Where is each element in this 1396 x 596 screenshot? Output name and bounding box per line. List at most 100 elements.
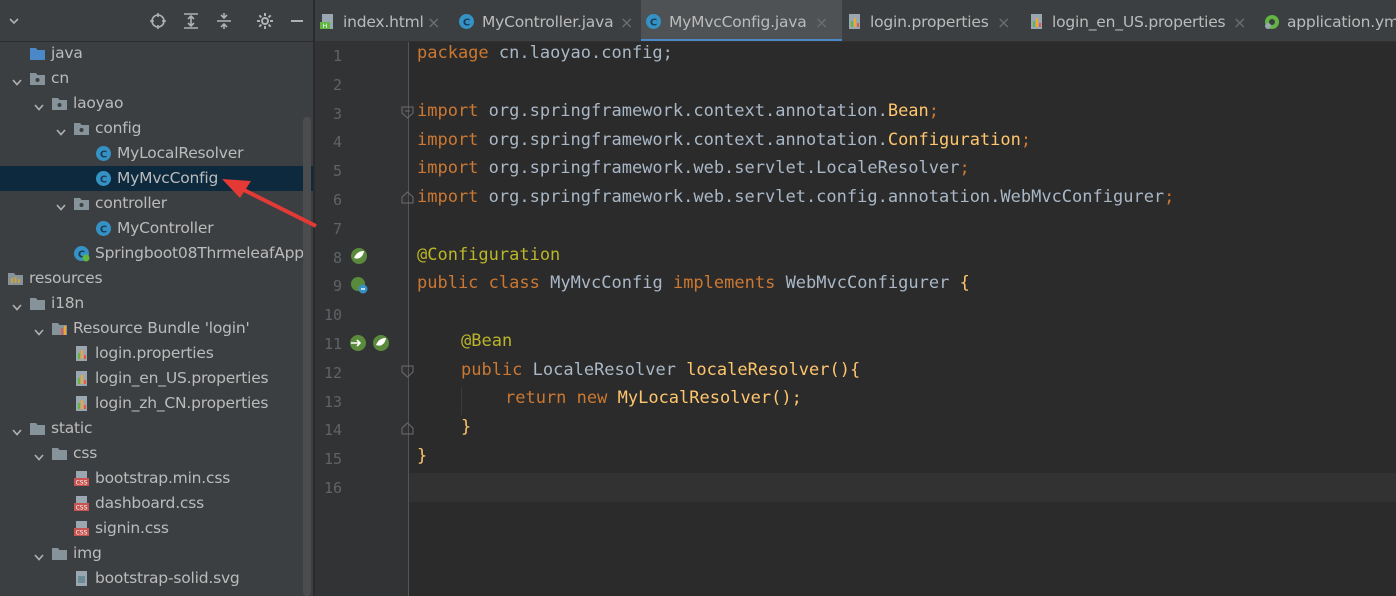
fold-start-icon[interactable] (401, 365, 414, 378)
close-icon[interactable]: × (997, 13, 1010, 32)
code-line-15: } (417, 446, 428, 466)
tree-item-controller[interactable]: controller (0, 191, 313, 216)
tree-item-label: config (95, 119, 142, 137)
collapse-all-icon[interactable] (214, 11, 234, 31)
tree-item-label: bootstrap-solid.svg (95, 569, 240, 587)
svg-text:C: C (463, 18, 470, 29)
chevron-down-icon[interactable] (33, 323, 45, 336)
tree-item-css[interactable]: css (0, 441, 313, 466)
chevron-down-icon[interactable] (11, 73, 23, 86)
tree-item-laoyao[interactable]: laoyao (0, 91, 313, 116)
fold-start-icon[interactable] (401, 106, 414, 119)
tab-mymvcconfig-java[interactable]: C MyMvcConfig.java × (641, 0, 842, 41)
tree-item-resources[interactable]: resources (0, 266, 313, 291)
code-editor[interactable] (409, 42, 1396, 596)
tab-login-en-us-properties[interactable]: login_en_US.properties × (1024, 0, 1259, 41)
tree-item-java[interactable]: java (0, 41, 313, 66)
code-line-5: import org.springframework.web.servlet.L… (417, 158, 970, 178)
tree-item-mylocalresolver[interactable]: C MyLocalResolver (0, 141, 313, 166)
tree-item-bootstrap-min-css[interactable]: CSS bootstrap.min.css (0, 466, 313, 491)
tree-item-resource-bundle-login[interactable]: Resource Bundle 'login' (0, 316, 313, 341)
properties-file-icon (846, 13, 863, 30)
line-number: 14 (323, 421, 342, 440)
expand-caret-icon[interactable] (4, 11, 24, 31)
tab-index-html[interactable]: Hindex.html × (315, 0, 454, 41)
expand-all-icon[interactable] (181, 11, 201, 31)
chevron-down-icon[interactable] (11, 298, 23, 311)
chevron-down-icon[interactable] (33, 98, 45, 111)
spring-bean-gutter-icon[interactable] (349, 246, 369, 266)
css-file-icon: CSS (73, 520, 90, 537)
tree-item-bootstrap-solid-svg[interactable]: bootstrap-solid.svg (0, 566, 313, 591)
tab-label: login_en_US.properties (1052, 13, 1226, 31)
svg-file-icon (73, 570, 90, 587)
tree-item-label: MyMvcConfig (117, 169, 219, 187)
tree-item-label: signin.css (95, 519, 169, 537)
project-tool-window: java cn laoyao config C MyLocalResolver C MyMvc… (0, 0, 313, 596)
tree-item-mycontroller[interactable]: C MyController (0, 216, 313, 241)
resources-folder-icon (7, 270, 24, 287)
tree-item-login-en-us-properties[interactable]: login_en_US.properties (0, 366, 313, 391)
chevron-down-icon[interactable] (33, 448, 45, 461)
properties-file-icon (73, 370, 90, 387)
code-line-8: @Configuration (417, 245, 561, 265)
tree-item-cn[interactable]: cn (0, 66, 313, 91)
svg-text:CSS: CSS (76, 480, 88, 487)
tab-label: index.html (343, 13, 424, 31)
tree-item-label: i18n (51, 294, 85, 312)
properties-file-icon (73, 345, 90, 362)
fold-end-icon[interactable] (401, 422, 414, 435)
project-scrollbar[interactable] (303, 117, 311, 596)
svg-text:CSS: CSS (76, 530, 88, 537)
close-icon[interactable]: × (427, 13, 440, 32)
chevron-down-icon[interactable] (33, 548, 45, 561)
html-file-icon: H (319, 13, 336, 30)
line-number: 8 (332, 248, 342, 267)
indent-guide (461, 387, 462, 415)
tree-item-login-properties[interactable]: login.properties (0, 341, 313, 366)
tab-login-properties[interactable]: login.properties × (842, 0, 1024, 41)
chevron-down-icon[interactable] (55, 198, 67, 211)
line-number: 15 (323, 450, 342, 469)
tree-item-signin-css[interactable]: CSS signin.css (0, 516, 313, 541)
tree-item-dashboard-css[interactable]: CSS dashboard.css (0, 491, 313, 516)
line-number: 9 (332, 277, 342, 296)
spring-yml-icon (1263, 13, 1280, 30)
line-number: 5 (332, 162, 342, 181)
close-icon[interactable]: × (815, 13, 828, 32)
tree-item-springboot08thrmeleafapplic[interactable]: C Springboot08ThrmeleafApplic (0, 241, 313, 266)
svg-text:C: C (100, 225, 107, 236)
tree-item-login-zh-cn-properties[interactable]: login_zh_CN.properties (0, 391, 313, 416)
tree-item-label: login_zh_CN.properties (95, 394, 269, 412)
properties-file-icon (1028, 13, 1045, 30)
chevron-down-icon[interactable] (11, 423, 23, 436)
code-line-14: } (461, 417, 472, 437)
line-number: 16 (323, 479, 342, 497)
spring-config-gutter-icon[interactable] (349, 275, 369, 295)
tree-item-label: static (51, 419, 93, 437)
close-icon[interactable]: × (1233, 13, 1246, 32)
close-icon[interactable]: × (620, 13, 633, 32)
tree-item-label: img (73, 544, 102, 562)
tree-item-label: dashboard.css (95, 494, 204, 512)
fold-end-icon[interactable] (401, 191, 414, 204)
tree-item-config[interactable]: config (0, 116, 313, 141)
chevron-down-icon[interactable] (55, 123, 67, 136)
gear-icon[interactable] (255, 11, 275, 31)
tab-mycontroller-java[interactable]: C MyController.java × (454, 0, 641, 41)
css-file-icon: CSS (73, 495, 90, 512)
svg-text:C: C (100, 175, 107, 186)
line-number: 3 (332, 104, 342, 123)
tab-application-yml[interactable]: application.yml (1259, 0, 1396, 41)
implementing-method-gutter-icon[interactable] (348, 333, 368, 353)
line-number: 6 (332, 191, 342, 209)
tab-label: login.properties (870, 13, 989, 31)
tree-item-img[interactable]: img (0, 541, 313, 566)
tree-item-mymvcconfig[interactable]: C MyMvcConfig (0, 166, 313, 191)
tree-item-i18n[interactable]: i18n (0, 291, 313, 316)
hide-panel-icon[interactable] (287, 11, 307, 31)
spring-bean-gutter-icon[interactable] (371, 333, 391, 353)
tree-item-label: MyLocalResolver (117, 144, 244, 162)
locate-file-icon[interactable] (148, 11, 168, 31)
tree-item-static[interactable]: static (0, 416, 313, 441)
